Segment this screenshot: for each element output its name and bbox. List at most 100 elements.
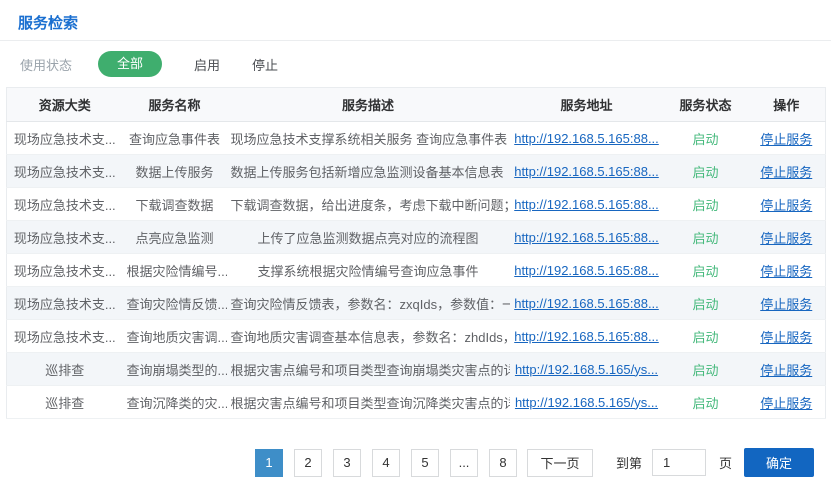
table-cell: 点亮应急监测 [123, 221, 227, 254]
table-cell: 现场应急技术支撑系统相关服务 查询应急事件表 [227, 122, 510, 155]
table-cell: 下载调查数据 [123, 188, 227, 221]
cell-resource-category: 现场应急技术支... [14, 198, 116, 213]
cell-service-description: 查询地质灾害调查基本信息表，参数名：zhdIds，参... [231, 330, 510, 345]
page-button-4[interactable]: 4 [372, 449, 400, 477]
page-button-2[interactable]: 2 [294, 449, 322, 477]
stop-service-link[interactable]: 停止服务 [760, 297, 812, 312]
table-cell: 查询沉降类的灾... [123, 386, 227, 419]
cell-service-name: 查询灾险情反馈... [127, 297, 227, 312]
table-cell: 查询灾险情反馈表，参数名：zxqIds，参数值：一连... [227, 287, 510, 320]
table-cell: 启动 [664, 287, 748, 320]
filter-option-enabled[interactable]: 启用 [194, 55, 220, 74]
col-service-name: 服务名称 [123, 88, 227, 122]
service-address-link[interactable]: http://192.168.5.165:88... [514, 329, 659, 344]
cell-service-name: 根据灾险情编号... [127, 264, 227, 279]
service-search-page: 服务检索 使用状态 全部 启用 停止 资源大类服务名称服务描述服务地址服务状态操… [0, 0, 831, 419]
table-cell: 数据上传服务包括新增应急监测设备基本信息表（YJB... [227, 155, 510, 188]
service-status-badge: 启动 [692, 363, 718, 378]
table-cell: 停止服务 [748, 122, 826, 155]
service-status-badge: 启动 [692, 297, 718, 312]
services-table: 资源大类服务名称服务描述服务地址服务状态操作 现场应急技术支...查询应急事件表… [6, 87, 826, 419]
table-cell: 现场应急技术支... [7, 287, 123, 320]
table-cell: 查询地质灾害调查基本信息表，参数名：zhdIds，参... [227, 320, 510, 353]
page-button-1[interactable]: 1 [255, 449, 283, 477]
table-cell: http://192.168.5.165/ys... [510, 386, 664, 419]
stop-service-link[interactable]: 停止服务 [760, 198, 812, 213]
page-button-5[interactable]: 5 [411, 449, 439, 477]
table-cell: 停止服务 [748, 155, 826, 188]
cell-service-description: 下载调查数据，给出进度条，考虑下载中断问题；删... [231, 198, 510, 213]
stop-service-link[interactable]: 停止服务 [760, 330, 812, 345]
table-cell: 根据灾险情编号... [123, 254, 227, 287]
cell-service-name: 查询崩塌类型的... [127, 363, 227, 378]
stop-service-link[interactable]: 停止服务 [760, 363, 812, 378]
cell-service-description: 根据灾害点编号和项目类型查询崩塌类灾害点的详细... [231, 363, 510, 378]
page-ellipsis-button[interactable]: ... [450, 449, 478, 477]
cell-service-name: 查询地质灾害调... [127, 330, 227, 345]
page-header: 服务检索 [0, 0, 831, 41]
filter-option-all[interactable]: 全部 [98, 51, 162, 77]
table-cell: 启动 [664, 221, 748, 254]
table-cell: 停止服务 [748, 353, 826, 386]
table-row: 现场应急技术支...查询地质灾害调...查询地质灾害调查基本信息表，参数名：zh… [7, 320, 826, 353]
table-cell: 巡排查 [7, 386, 123, 419]
table-cell: 根据灾害点编号和项目类型查询沉降类灾害点的详细... [227, 386, 510, 419]
col-service-address: 服务地址 [510, 88, 664, 122]
service-address-link[interactable]: http://192.168.5.165:88... [514, 230, 659, 245]
table-cell: http://192.168.5.165:88... [510, 188, 664, 221]
stop-service-link[interactable]: 停止服务 [760, 396, 812, 411]
jump-to-label: 到第 [616, 453, 642, 472]
page-jump-input[interactable] [652, 449, 706, 476]
cell-service-name: 数据上传服务 [135, 165, 213, 180]
service-address-link[interactable]: http://192.168.5.165:88... [514, 197, 659, 212]
table-cell: 查询灾险情反馈... [123, 287, 227, 320]
table-cell: 停止服务 [748, 287, 826, 320]
cell-resource-category: 现场应急技术支... [14, 132, 116, 147]
cell-service-name: 点亮应急监测 [135, 231, 213, 246]
page-button-8[interactable]: 8 [489, 449, 517, 477]
table-cell: http://192.168.5.165:88... [510, 221, 664, 254]
table-cell: 下载调查数据，给出进度条，考虑下载中断问题；删... [227, 188, 510, 221]
confirm-button[interactable]: 确定 [744, 448, 814, 477]
table-cell: 现场应急技术支... [7, 188, 123, 221]
stop-service-link[interactable]: 停止服务 [760, 231, 812, 246]
table-cell: 查询崩塌类型的... [123, 353, 227, 386]
next-page-button[interactable]: 下一页 [527, 449, 593, 477]
stop-service-link[interactable]: 停止服务 [760, 132, 812, 147]
table-cell: 启动 [664, 122, 748, 155]
col-operation: 操作 [748, 88, 826, 122]
table-cell: 巡排查 [7, 353, 123, 386]
table-cell: http://192.168.5.165:88... [510, 122, 664, 155]
page-title: 服务检索 [18, 15, 78, 32]
page-number-buttons: 12345... 8 [255, 449, 517, 477]
table-row: 现场应急技术支... 数据上传服务数据上传服务包括新增应急监测设备基本信息表（YJ… [7, 155, 826, 188]
table-cell: 停止服务 [748, 254, 826, 287]
table-cell: http://192.168.5.165:88... [510, 320, 664, 353]
table-cell: 现场应急技术支... [7, 155, 123, 188]
table-cell: http://192.168.5.165:88... [510, 155, 664, 188]
cell-resource-category: 现场应急技术支... [14, 231, 116, 246]
stop-service-link[interactable]: 停止服务 [760, 264, 812, 279]
table-row: 现场应急技术支... 下载调查数据 下载调查数据，给出进度条，考虑下载中断问题；删.… [7, 188, 826, 221]
service-address-link[interactable]: http://192.168.5.165/ys... [515, 395, 658, 410]
service-address-link[interactable]: http://192.168.5.165/ys... [515, 362, 658, 377]
service-address-link[interactable]: http://192.168.5.165:88... [514, 296, 659, 311]
table-cell: 现场应急技术支... [7, 122, 123, 155]
table-cell: 查询地质灾害调... [123, 320, 227, 353]
table-cell: 支撑系统根据灾险情编号查询应急事件 [227, 254, 510, 287]
service-address-link[interactable]: http://192.168.5.165:88... [514, 131, 659, 146]
service-address-link[interactable]: http://192.168.5.165:88... [514, 263, 659, 278]
cell-service-description: 现场应急技术支撑系统相关服务 查询应急事件表 [231, 132, 508, 147]
page-button-3[interactable]: 3 [333, 449, 361, 477]
table-cell: 停止服务 [748, 386, 826, 419]
table-cell: http://192.168.5.165:88... [510, 254, 664, 287]
filter-option-stopped[interactable]: 停止 [252, 55, 278, 74]
table-cell: http://192.168.5.165/ys... [510, 353, 664, 386]
service-address-link[interactable]: http://192.168.5.165:88... [514, 164, 659, 179]
stop-service-link[interactable]: 停止服务 [760, 165, 812, 180]
cell-service-name: 下载调查数据 [135, 198, 213, 213]
table-cell: http://192.168.5.165:88... [510, 287, 664, 320]
table-header-row: 资源大类服务名称服务描述服务地址服务状态操作 [7, 88, 826, 122]
table-row: 巡排查查询崩塌类型的... 根据灾害点编号和项目类型查询崩塌类灾害点的详细... h… [7, 353, 826, 386]
cell-resource-category: 现场应急技术支... [14, 297, 116, 312]
